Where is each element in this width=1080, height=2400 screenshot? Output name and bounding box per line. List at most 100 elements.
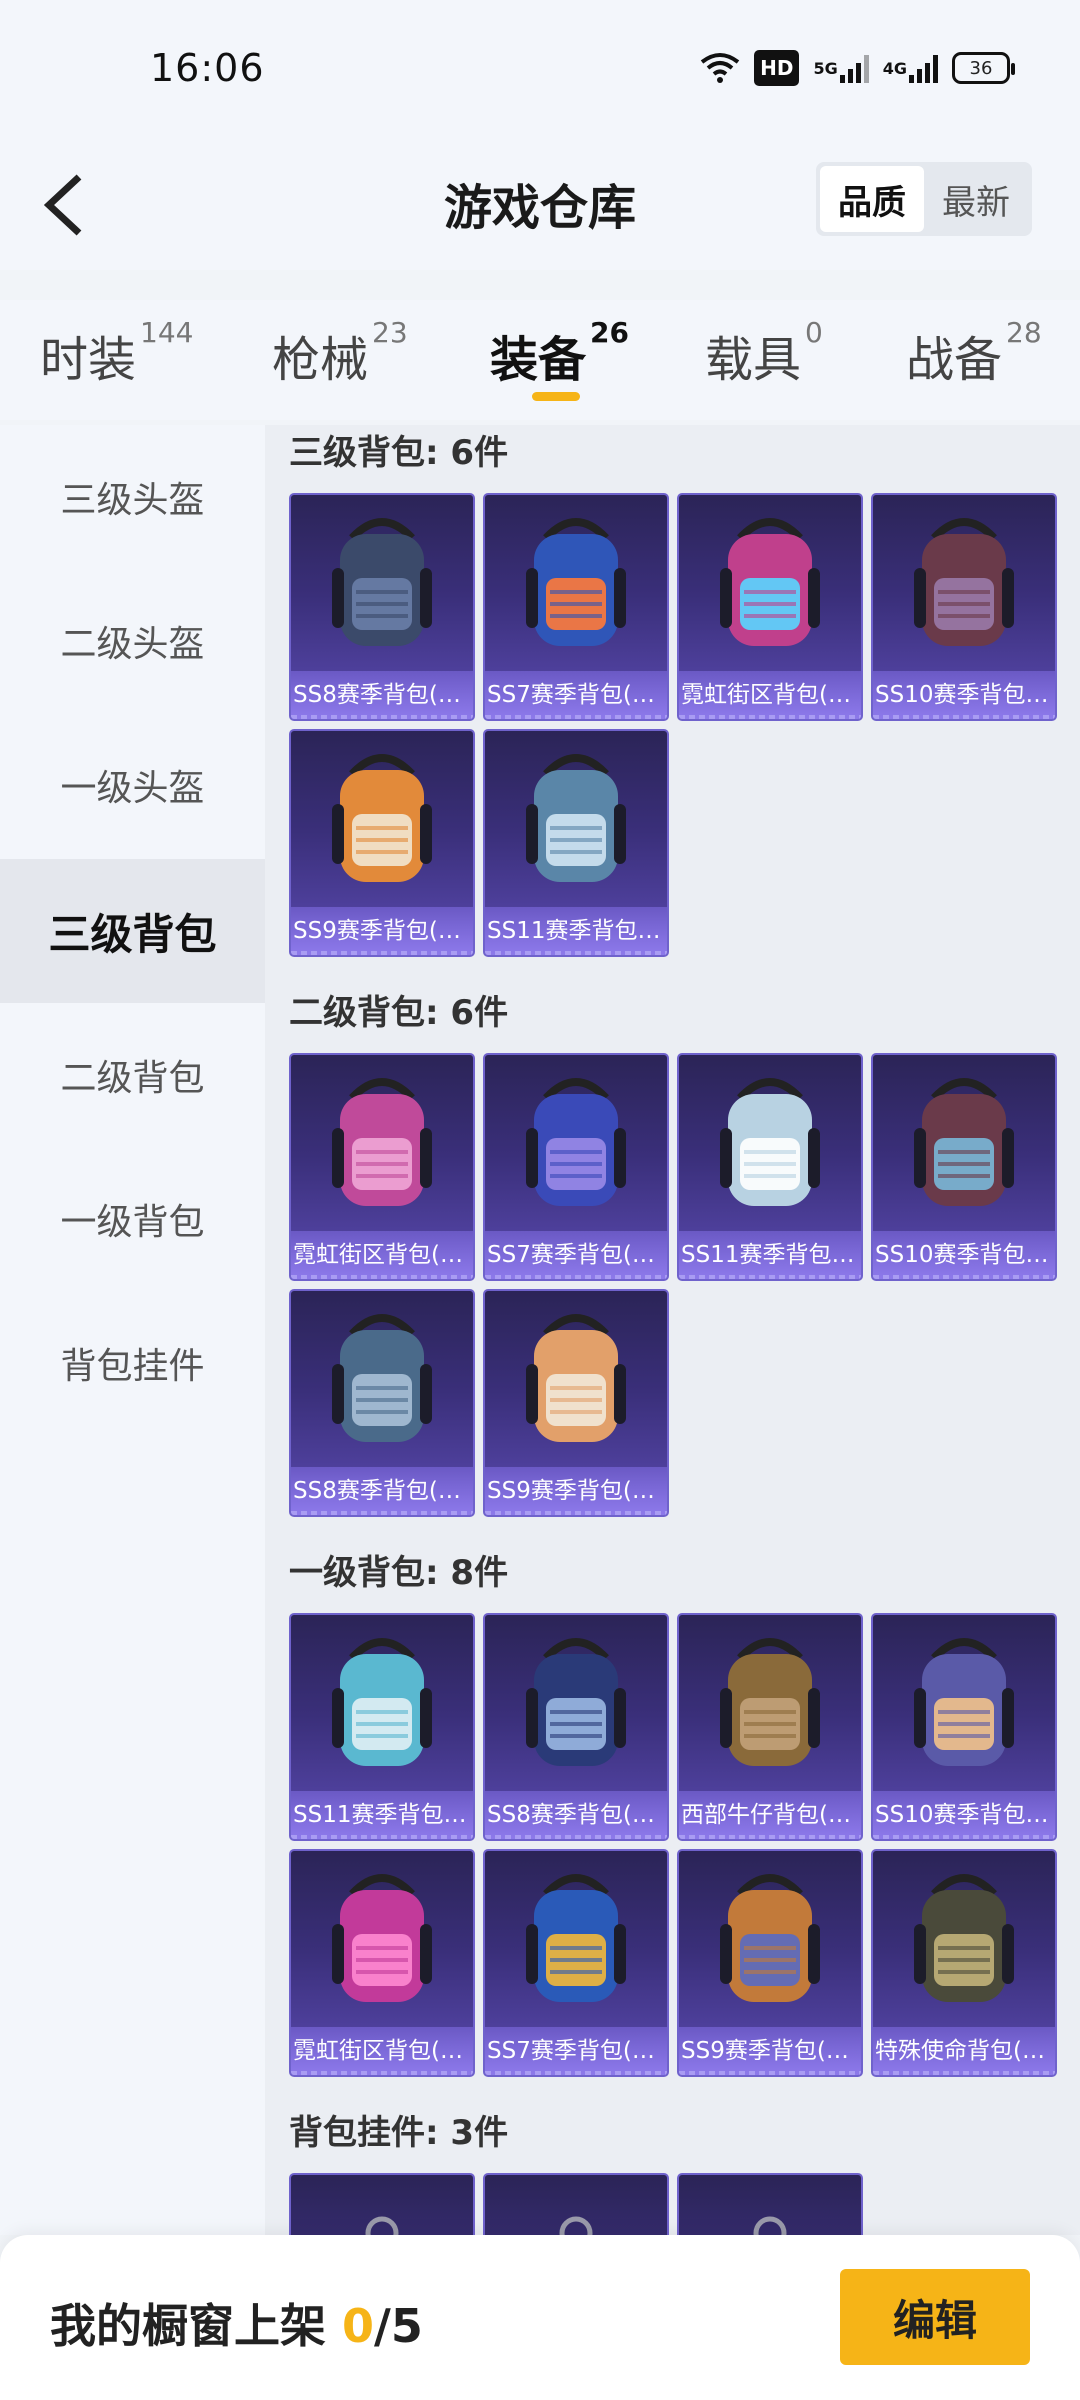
sidebar-item-level2-backpack[interactable]: 二级背包 xyxy=(0,1003,265,1147)
backpack-card[interactable]: SS9赛季背包(1... xyxy=(677,1849,863,2077)
card-divider xyxy=(485,951,667,955)
backpack-card[interactable]: SS8赛季背包(1... xyxy=(483,1613,669,1841)
backpack-card[interactable]: SS11赛季背包(... xyxy=(483,729,669,957)
backpack-card[interactable]: 霓虹街区背包(1... xyxy=(289,1849,475,2077)
backpack-card[interactable]: 霓虹街区背包(3... xyxy=(677,493,863,721)
sidebar-item-level2-helmet[interactable]: 二级头盔 xyxy=(0,569,265,713)
backpack-card[interactable]: SS10赛季背包(... xyxy=(871,493,1057,721)
section-title-level2: 二级背包: 6件 xyxy=(289,993,509,1033)
backpack-image xyxy=(291,731,473,906)
backpack-image xyxy=(679,1055,861,1230)
backpack-card[interactable]: 霓虹街区背包(2... xyxy=(289,1053,475,1281)
section-title-level3: 三级背包: 6件 xyxy=(289,433,509,473)
backpack-image xyxy=(485,1055,667,1230)
sidebar-item-level3-helmet[interactable]: 三级头盔 xyxy=(0,425,265,569)
section-title-charm: 背包挂件: 3件 xyxy=(289,2113,509,2153)
net-5g-label: 5G xyxy=(813,58,838,78)
item-name: SS10赛季背包(... xyxy=(873,671,1055,719)
sort-option-quality[interactable]: 品质 xyxy=(820,166,924,232)
tab-count: 28 xyxy=(1006,316,1042,349)
item-name: SS11赛季背包(... xyxy=(291,1791,473,1839)
charm-card[interactable] xyxy=(677,2173,863,2235)
item-name: 西部牛仔背包(1... xyxy=(679,1791,861,1839)
backpack-image xyxy=(679,495,861,670)
charm-image xyxy=(485,2175,667,2235)
tab-label: 战备 xyxy=(906,332,1003,388)
card-divider xyxy=(873,2071,1055,2075)
tab-fashion[interactable]: 时装 144 xyxy=(40,316,193,390)
backpack-card[interactable]: 西部牛仔背包(1... xyxy=(677,1613,863,1841)
backpack-image xyxy=(873,495,1055,670)
backpack-image xyxy=(485,1291,667,1466)
tab-supplies[interactable]: 战备 28 xyxy=(906,316,1042,390)
backpack-image xyxy=(485,495,667,670)
backpack-card[interactable]: SS8赛季背包(3... xyxy=(289,493,475,721)
sidebar-item-level1-helmet[interactable]: 一级头盔 xyxy=(0,713,265,857)
tab-count: 0 xyxy=(805,316,823,349)
hd-icon: HD xyxy=(754,50,800,86)
wifi-icon xyxy=(700,50,740,86)
item-name: SS10赛季背包(... xyxy=(873,1231,1055,1279)
backpack-image xyxy=(485,1851,667,2026)
item-name: SS7赛季背包(1... xyxy=(485,2027,667,2075)
card-divider xyxy=(485,1835,667,1839)
card-divider xyxy=(485,1275,667,1279)
backpack-image xyxy=(679,1615,861,1790)
backpack-card[interactable]: SS7赛季背包(3... xyxy=(483,493,669,721)
backpack-card[interactable]: SS7赛季背包(2... xyxy=(483,1053,669,1281)
item-name: 霓虹街区背包(3... xyxy=(679,671,861,719)
sort-option-latest[interactable]: 最新 xyxy=(924,166,1028,232)
tab-count: 26 xyxy=(590,316,629,349)
card-divider xyxy=(291,1835,473,1839)
tab-equipment[interactable]: 装备 26 xyxy=(490,316,629,390)
tab-vehicles[interactable]: 载具 0 xyxy=(705,316,823,390)
backpack-image xyxy=(873,1055,1055,1230)
charm-card[interactable] xyxy=(483,2173,669,2235)
sort-toggle[interactable]: 品质 最新 xyxy=(816,162,1032,236)
tab-label: 时装 xyxy=(40,332,137,388)
sidebar-item-backpack-charm[interactable]: 背包挂件 xyxy=(0,1291,265,1435)
backpack-image xyxy=(485,731,667,906)
card-divider xyxy=(485,1511,667,1515)
showcase-current: 0 xyxy=(342,2299,375,2353)
header: 游戏仓库 品质 最新 xyxy=(0,140,1080,270)
charm-image xyxy=(291,2175,473,2235)
backpack-card[interactable]: SS11赛季背包(... xyxy=(677,1053,863,1281)
backpack-card[interactable]: 特殊使命背包(1... xyxy=(871,1849,1057,2077)
backpack-image xyxy=(291,495,473,670)
backpack-card[interactable]: SS8赛季背包(2... xyxy=(289,1289,475,1517)
backpack-card[interactable]: SS9赛季背包(2... xyxy=(483,1289,669,1517)
edit-button[interactable]: 编辑 xyxy=(840,2269,1030,2365)
card-divider xyxy=(679,715,861,719)
active-tab-indicator xyxy=(532,392,580,401)
signal-5g-icon: 5G xyxy=(813,50,869,86)
card-divider xyxy=(291,951,473,955)
backpack-card[interactable]: SS11赛季背包(... xyxy=(289,1613,475,1841)
tab-label: 载具 xyxy=(705,332,802,388)
tab-guns[interactable]: 枪械 23 xyxy=(272,316,408,390)
backpack-image xyxy=(873,1615,1055,1790)
backpack-card[interactable]: SS10赛季背包(... xyxy=(871,1613,1057,1841)
tab-label: 枪械 xyxy=(272,332,369,388)
charm-card[interactable] xyxy=(289,2173,475,2235)
sidebar-item-level1-backpack[interactable]: 一级背包 xyxy=(0,1147,265,1291)
sidebar-item-level3-backpack[interactable]: 三级背包 xyxy=(0,859,265,1003)
item-name: SS10赛季背包(... xyxy=(873,1791,1055,1839)
card-divider xyxy=(679,1835,861,1839)
item-name: 特殊使命背包(1... xyxy=(873,2027,1055,2075)
item-name: SS11赛季背包(... xyxy=(679,1231,861,1279)
sidebar: 三级头盔 二级头盔 一级头盔 三级背包 二级背包 一级背包 背包挂件 xyxy=(0,425,265,2235)
backpack-card[interactable]: SS10赛季背包(... xyxy=(871,1053,1057,1281)
backpack-image xyxy=(291,1615,473,1790)
item-name: SS7赛季背包(2... xyxy=(485,1231,667,1279)
backpack-image xyxy=(873,1851,1055,2026)
backpack-card[interactable]: SS9赛季背包(3... xyxy=(289,729,475,957)
backpack-image xyxy=(485,1615,667,1790)
signal-bars-icon xyxy=(909,53,938,83)
charm-image xyxy=(679,2175,861,2235)
backpack-card[interactable]: SS7赛季背包(1... xyxy=(483,1849,669,2077)
backpack-image xyxy=(679,1851,861,2026)
backpack-image xyxy=(291,1055,473,1230)
item-name: SS9赛季背包(2... xyxy=(485,1467,667,1515)
card-divider xyxy=(485,715,667,719)
